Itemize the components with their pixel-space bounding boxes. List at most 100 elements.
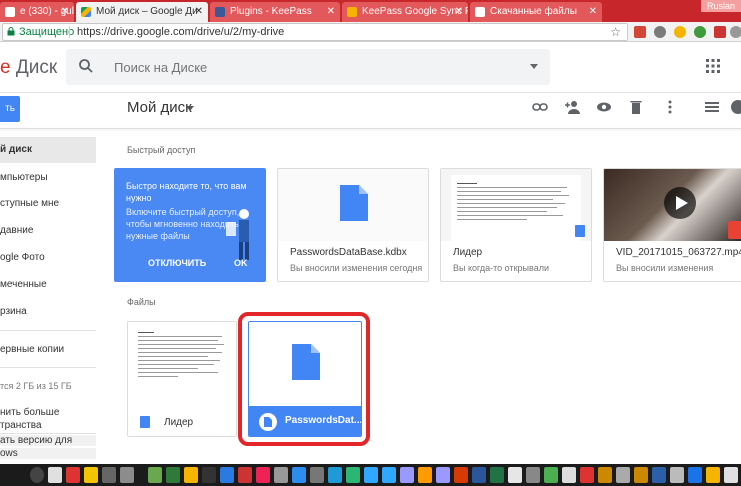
app-icon[interactable] (220, 467, 234, 483)
word-icon[interactable] (472, 467, 486, 483)
chrome-icon[interactable] (688, 467, 702, 483)
tab-google-drive[interactable]: Мой диск – Google Ди ✕ (76, 2, 208, 22)
premiere-icon[interactable] (400, 467, 414, 483)
app-icon[interactable] (292, 467, 306, 483)
search-icon[interactable] (78, 58, 94, 74)
close-tab-icon[interactable]: ✕ (61, 2, 69, 22)
excel-icon[interactable] (490, 467, 504, 483)
sidebar-item-photos[interactable]: ogle Фото (0, 245, 96, 271)
app-icon[interactable] (328, 467, 342, 483)
app-icon[interactable] (562, 467, 576, 483)
more-vert-icon[interactable] (662, 99, 678, 115)
powerpoint-icon[interactable] (454, 467, 468, 483)
address-bar[interactable]: Защищено https://drive.google.com/drive/… (2, 23, 628, 41)
sidebar-item-starred[interactable]: меченные (0, 272, 96, 298)
download-app-link-line1[interactable]: ать версию для (0, 435, 96, 446)
tab-keepass-plugins[interactable]: Plugins - KeePass ✕ (210, 2, 340, 22)
m-ext-icon[interactable] (674, 26, 686, 38)
app-icon[interactable] (310, 467, 324, 483)
sidebar-item-recent[interactable]: давние (0, 218, 96, 244)
card-subtitle: Вы вносили изменения сегодня (290, 263, 423, 273)
app-icon[interactable] (652, 467, 666, 483)
close-tab-icon[interactable]: ✕ (327, 2, 335, 22)
profile-badge[interactable]: Ruslan (700, 0, 741, 12)
download-app-link-line2[interactable]: ows (0, 448, 96, 459)
app-icon[interactable] (202, 467, 216, 483)
gmail-ext-icon[interactable] (634, 26, 646, 38)
app-icon[interactable] (148, 467, 162, 483)
sidebar-item-trash[interactable]: рзина (0, 299, 96, 325)
app-icon[interactable] (274, 467, 288, 483)
drive-logo[interactable]: e Диск (0, 57, 57, 79)
close-tab-icon[interactable]: ✕ (455, 2, 463, 22)
preview-eye-icon[interactable] (596, 99, 612, 115)
windows-taskbar (0, 464, 741, 486)
sidebar-item-shared[interactable]: ступные мне (0, 191, 96, 217)
sidebar-item-computers[interactable]: мпьютеры (0, 165, 96, 191)
chevron-down-icon[interactable] (186, 106, 194, 111)
search-options-icon[interactable] (530, 64, 538, 69)
app-icon[interactable] (580, 467, 594, 483)
cloud-ext-icon[interactable] (730, 26, 741, 38)
link-icon[interactable] (532, 99, 548, 115)
search-input[interactable] (114, 57, 514, 77)
app-icon[interactable] (598, 467, 612, 483)
bookmark-star-icon[interactable]: ☆ (610, 24, 621, 40)
play-button[interactable] (664, 187, 696, 219)
lightroom-icon[interactable] (382, 467, 396, 483)
quick-access-card-passwords[interactable]: PasswordsDataBase.kdbx Вы вносили измене… (277, 168, 429, 282)
add-person-icon[interactable] (564, 99, 580, 115)
photoshop-icon[interactable] (364, 467, 378, 483)
person-illustration-icon (226, 209, 249, 260)
drive-header: e Диск (0, 42, 741, 92)
sidebar-item-backups[interactable]: ервные копии (0, 337, 96, 363)
shield-ext-icon[interactable] (694, 26, 706, 38)
info-icon[interactable] (730, 99, 741, 115)
tab-keepass-sync[interactable]: KeePass Google Sync Plu ✕ (342, 2, 468, 22)
close-tab-icon[interactable]: ✕ (195, 2, 203, 22)
after-effects-icon[interactable] (436, 467, 450, 483)
sidebar-item-my-drive[interactable]: й диск (0, 137, 96, 163)
app-icon[interactable] (724, 467, 738, 483)
downloads-icon (475, 7, 485, 17)
trash-icon[interactable] (628, 99, 644, 115)
promo-disable-button[interactable]: ОТКЛЮЧИТЬ (148, 258, 206, 268)
app-icon[interactable] (544, 467, 558, 483)
promo-ok-button[interactable]: OK (234, 258, 248, 268)
buy-storage-link-line2[interactable]: транства (0, 420, 42, 431)
app-icon[interactable] (66, 467, 80, 483)
app-icon[interactable] (670, 467, 684, 483)
url-text: https://drive.google.com/drive/u/2/my-dr… (77, 26, 285, 38)
apps-grid-icon[interactable] (706, 59, 720, 73)
app-icon[interactable] (184, 467, 198, 483)
search-box[interactable] (66, 49, 550, 85)
app-icon[interactable] (706, 467, 720, 483)
app-icon[interactable] (238, 467, 252, 483)
gear-icon[interactable] (30, 467, 44, 483)
cross-ext-icon[interactable] (714, 26, 726, 38)
quick-access-card-video[interactable]: VID_20171015_063727.mp4 Вы вносили измен… (603, 168, 741, 282)
quick-access-card-leader[interactable]: Лидер Вы когда-то открывали (440, 168, 592, 282)
app-icon[interactable] (526, 467, 540, 483)
close-tab-icon[interactable]: ✕ (589, 2, 597, 22)
location-ext-icon[interactable] (654, 26, 666, 38)
dreamweaver-icon[interactable] (166, 467, 180, 483)
app-icon[interactable] (346, 467, 360, 483)
folder-icon[interactable] (84, 467, 98, 483)
tab-downloads[interactable]: Скачанные файлы ✕ (470, 2, 602, 22)
screen: e (330) - gulovi ✕ Мой диск – Google Ди … (0, 0, 741, 486)
app-icon[interactable] (508, 467, 522, 483)
app-icon[interactable] (48, 467, 62, 483)
app-icon[interactable] (102, 467, 116, 483)
tab-gmail[interactable]: e (330) - gulovi ✕ (0, 2, 74, 22)
app-icon[interactable] (256, 467, 270, 483)
new-button[interactable]: ть (0, 96, 20, 122)
buy-storage-link-line1[interactable]: нить больше (0, 407, 59, 418)
app-icon[interactable] (634, 467, 648, 483)
file-card-leader[interactable]: Лидер (127, 321, 237, 437)
app-icon[interactable] (616, 467, 630, 483)
page-title[interactable]: Мой диск (127, 99, 192, 116)
list-view-icon[interactable] (704, 99, 720, 115)
illustrator-icon[interactable] (418, 467, 432, 483)
app-icon[interactable] (120, 467, 134, 483)
